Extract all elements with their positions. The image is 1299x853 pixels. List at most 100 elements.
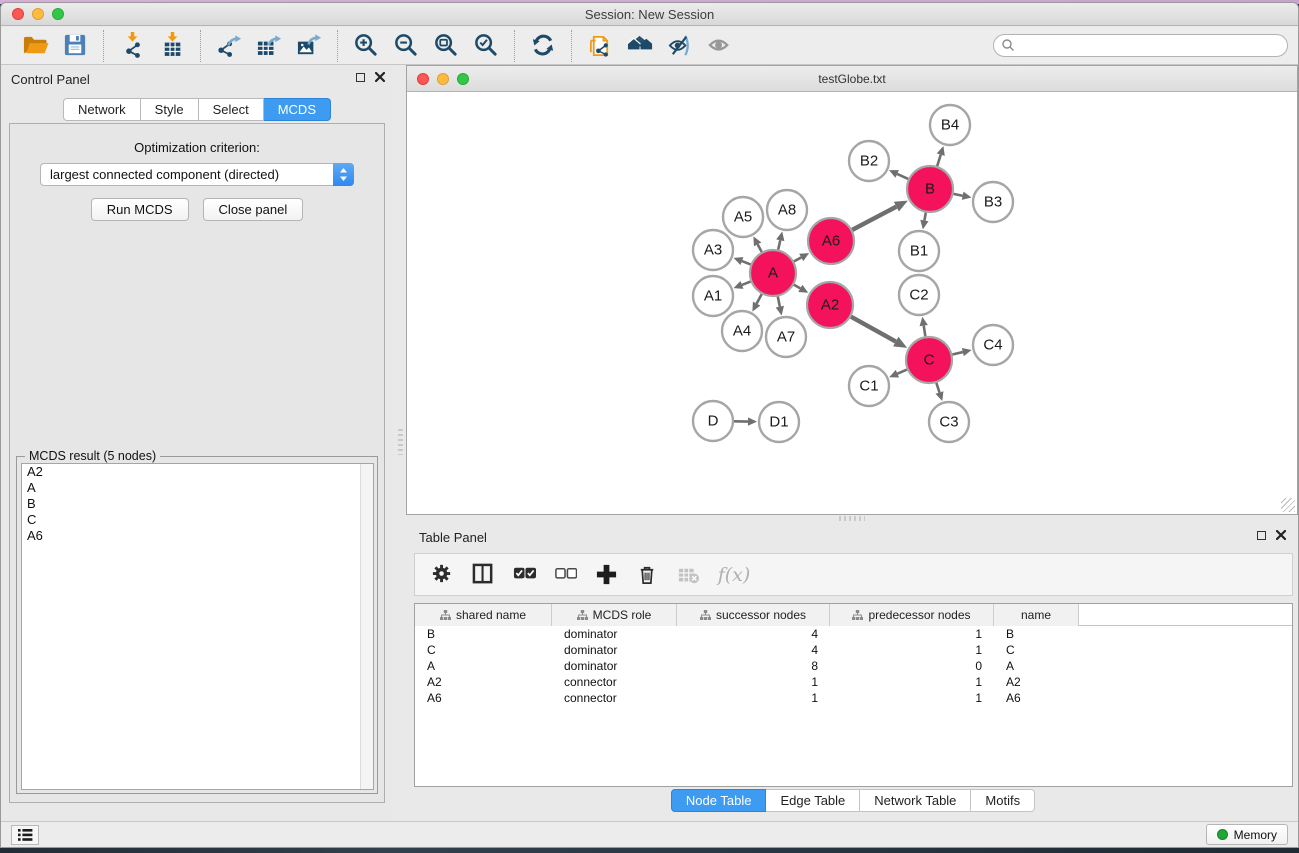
mcds-result-list[interactable]: A2ABCA6 (21, 463, 374, 790)
column-header-shared-name[interactable]: shared name (415, 604, 552, 626)
column-header-predecessor-nodes[interactable]: predecessor nodes (830, 604, 994, 626)
zoom-out-button[interactable] (386, 30, 426, 62)
column-header-MCDS-role[interactable]: MCDS role (552, 604, 677, 626)
save-session-button[interactable] (55, 30, 95, 62)
table-cell[interactable]: 1 (842, 626, 982, 642)
table-row[interactable]: A6connector11A6 (415, 690, 1292, 706)
graph-edge[interactable] (937, 155, 941, 167)
table-row[interactable]: Adominator80A (415, 658, 1292, 674)
mcds-result-item[interactable]: A (22, 480, 373, 496)
graph-node-A7[interactable]: A7 (766, 317, 806, 357)
zoom-selected-button[interactable] (466, 30, 506, 62)
table-row[interactable]: Cdominator41C (415, 642, 1292, 658)
graph-edge[interactable] (794, 257, 801, 261)
table-cell[interactable]: 4 (689, 642, 818, 658)
graph-node-A4[interactable]: A4 (722, 311, 762, 351)
import-network-button[interactable] (112, 30, 152, 62)
graph-edge[interactable] (757, 294, 762, 303)
show-panel-button[interactable] (700, 30, 740, 62)
tab-network-table[interactable]: Network Table (860, 789, 971, 812)
deselect-all-button[interactable] (552, 562, 578, 588)
table-cell[interactable]: 0 (842, 658, 982, 674)
graph-node-B[interactable]: B (907, 166, 953, 212)
graph-node-A5[interactable]: A5 (723, 197, 763, 237)
memory-button[interactable]: Memory (1206, 824, 1288, 845)
network-window-title-bar[interactable]: testGlobe.txt (407, 66, 1297, 92)
table-cell[interactable]: A (427, 658, 540, 674)
table-cell[interactable]: A (1006, 658, 1067, 674)
graph-node-D1[interactable]: D1 (759, 402, 799, 442)
tab-edge-table[interactable]: Edge Table (766, 789, 860, 812)
table-cell[interactable]: dominator (564, 626, 665, 642)
export-table-button[interactable] (249, 30, 289, 62)
column-header-name[interactable]: name (994, 604, 1079, 626)
resize-grip-icon[interactable] (1281, 498, 1295, 512)
run-mcds-button[interactable]: Run MCDS (91, 198, 189, 221)
graph-node-C4[interactable]: C4 (973, 325, 1013, 365)
table-row[interactable]: A2connector11A2 (415, 674, 1292, 690)
export-network-button[interactable] (209, 30, 249, 62)
vertical-split-handle[interactable] (398, 429, 403, 455)
mcds-result-item[interactable]: C (22, 512, 373, 528)
close-panel-button[interactable]: Close panel (203, 198, 304, 221)
zoom-fit-button[interactable] (426, 30, 466, 62)
zoom-in-button[interactable] (346, 30, 386, 62)
table-cell[interactable]: 4 (689, 626, 818, 642)
graph-edge[interactable] (897, 370, 907, 374)
table-cell[interactable]: C (427, 642, 540, 658)
add-column-button[interactable] (593, 562, 619, 588)
graph-node-A2[interactable]: A2 (807, 282, 853, 328)
duplicate-network-button[interactable] (580, 30, 620, 62)
select-all-button[interactable] (511, 562, 537, 588)
tab-motifs[interactable]: Motifs (971, 789, 1035, 812)
graph-node-A1[interactable]: A1 (693, 276, 733, 316)
table-cell[interactable]: 1 (842, 690, 982, 706)
graph-edge[interactable] (758, 244, 762, 252)
open-session-button[interactable] (15, 30, 55, 62)
import-table-button[interactable] (152, 30, 192, 62)
column-header-successor-nodes[interactable]: successor nodes (677, 604, 830, 626)
split-view-button[interactable] (470, 562, 496, 588)
graph-node-C1[interactable]: C1 (849, 366, 889, 406)
delete-column-button[interactable] (634, 562, 660, 588)
hide-panel-button[interactable] (660, 30, 700, 62)
graph-node-C2[interactable]: C2 (899, 275, 939, 315)
mcds-result-item[interactable]: A6 (22, 528, 373, 544)
graph-node-A8[interactable]: A8 (767, 190, 807, 230)
task-history-button[interactable] (11, 825, 39, 845)
table-cell[interactable]: 1 (689, 674, 818, 690)
tab-style[interactable]: Style (141, 98, 199, 121)
graph-node-A3[interactable]: A3 (693, 230, 733, 270)
table-cell[interactable]: 1 (842, 642, 982, 658)
graph-edge[interactable] (924, 326, 926, 337)
table-cell[interactable]: A6 (1006, 690, 1067, 706)
refresh-button[interactable] (523, 30, 563, 62)
criterion-dropdown[interactable]: largest connected component (directed) (40, 163, 354, 186)
graph-node-B2[interactable]: B2 (849, 141, 889, 181)
home-button[interactable] (620, 30, 660, 62)
table-cell[interactable]: 1 (689, 690, 818, 706)
tab-node-table[interactable]: Node Table (671, 789, 767, 812)
graph-node-A6[interactable]: A6 (808, 218, 854, 264)
graph-edge[interactable] (936, 383, 939, 393)
graph-node-A[interactable]: A (750, 250, 796, 296)
table-cell[interactable]: 8 (689, 658, 818, 674)
table-cell[interactable]: B (427, 626, 540, 642)
graph-node-B1[interactable]: B1 (899, 231, 939, 271)
graph-edge[interactable] (778, 297, 780, 307)
table-cell[interactable]: 1 (842, 674, 982, 690)
mcds-result-item[interactable]: B (22, 496, 373, 512)
result-list-scrollbar[interactable] (360, 464, 373, 789)
graph-edge[interactable] (851, 317, 896, 342)
graph-edge[interactable] (952, 352, 962, 354)
network-graph-canvas[interactable]: B4 B2 B B3 A8 A5 A6 A3 B1 A C2 A1 A2 A4 … (407, 92, 1297, 514)
float-panel-icon[interactable] (356, 73, 365, 82)
table-cell[interactable]: A2 (1006, 674, 1067, 690)
table-row[interactable]: Bdominator41B (415, 626, 1292, 642)
graph-edge[interactable] (742, 282, 751, 285)
table-cell[interactable]: C (1006, 642, 1067, 658)
close-panel-icon[interactable] (375, 72, 385, 82)
export-image-button[interactable] (289, 30, 329, 62)
mcds-result-item[interactable]: A2 (22, 464, 373, 480)
table-cell[interactable]: connector (564, 674, 665, 690)
